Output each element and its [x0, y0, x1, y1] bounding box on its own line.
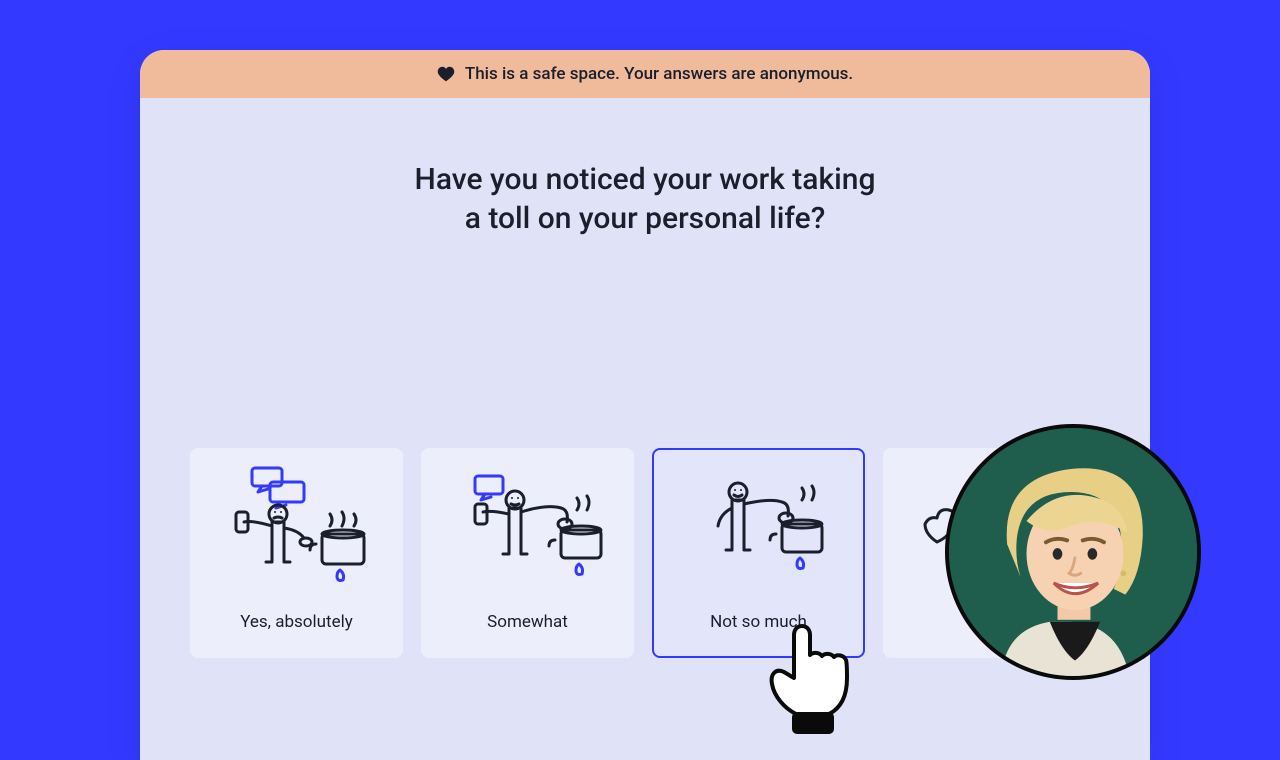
- safe-space-banner: This is a safe space. Your answers are a…: [140, 50, 1150, 98]
- option-label: Yes, absolutely: [240, 612, 353, 632]
- option-label: Not so much: [710, 612, 807, 632]
- stress-mid-icon: [423, 464, 632, 584]
- banner-text: This is a safe space. Your answers are a…: [465, 64, 853, 84]
- option-card-not-so-much[interactable]: Not so much: [652, 448, 865, 658]
- option-card-yes-absolutely[interactable]: Yes, absolutely: [190, 448, 403, 658]
- question-heading: Have you noticed your work taking a toll…: [140, 160, 1150, 238]
- stress-high-icon: [192, 464, 401, 584]
- option-card-somewhat[interactable]: Somewhat: [421, 448, 634, 658]
- stress-low-icon: [654, 464, 863, 584]
- heart-icon: [437, 66, 455, 82]
- option-label: Somewhat: [487, 612, 568, 632]
- user-avatar: [945, 424, 1201, 680]
